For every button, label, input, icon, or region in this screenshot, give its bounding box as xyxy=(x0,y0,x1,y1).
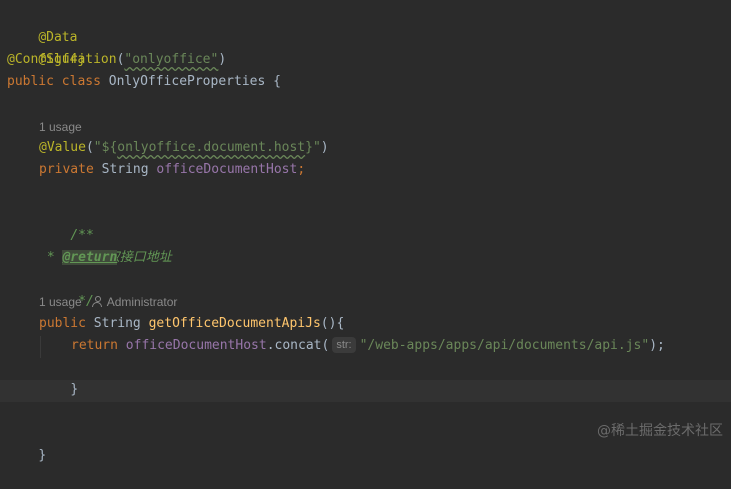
field-office-document-host: officeDocumentHost xyxy=(156,162,298,177)
concat-call: .concat( xyxy=(266,338,330,353)
doc-comment-prefix: * xyxy=(39,250,63,265)
keyword-private: private xyxy=(39,162,94,177)
code-line-1[interactable]: @Data xyxy=(7,5,77,45)
annotation-configuration: @Configuration xyxy=(7,52,117,67)
usage-count: 1 usage xyxy=(39,120,82,134)
code-line-12[interactable]: */ xyxy=(39,269,94,309)
code-line-4[interactable]: public class OnlyOfficeProperties { xyxy=(7,71,281,93)
field-reference: officeDocumentHost xyxy=(125,338,267,353)
code-line-2[interactable]: @Slf4j xyxy=(7,27,85,67)
value-string-prefix: "${ xyxy=(93,140,118,155)
method-name: getOfficeDocumentApiJs xyxy=(148,316,321,331)
value-property-key: onlyoffice.document.host xyxy=(117,140,306,155)
code-line-14[interactable]: return officeDocumentHost.concat(str: "/w… xyxy=(71,335,665,357)
code-line-11[interactable]: * @return xyxy=(39,247,118,269)
value-string-suffix: }" xyxy=(305,140,321,155)
configuration-value-string: "onlyoffice" xyxy=(124,52,219,67)
usage-count: 1 usage xyxy=(39,295,82,309)
open-brace: { xyxy=(336,316,345,331)
code-line-3[interactable]: @Configuration("onlyoffice") xyxy=(7,49,226,71)
annotation-value: @Value xyxy=(39,140,86,155)
code-line-17[interactable]: } xyxy=(7,423,46,463)
author-icon xyxy=(91,296,102,307)
current-line-highlight xyxy=(0,380,731,402)
code-line-15[interactable]: } xyxy=(39,357,78,397)
code-line-13[interactable]: public String getOfficeDocumentApiJs(){ xyxy=(39,313,344,335)
usage-author-hint[interactable]: 1 usage Administrator xyxy=(39,293,177,311)
code-editor[interactable]: @Data @Slf4j @Configuration("onlyoffice"… xyxy=(0,0,731,463)
class-name: OnlyOfficeProperties xyxy=(108,74,266,89)
semicolon: ; xyxy=(297,162,306,177)
keyword-class: class xyxy=(61,74,101,89)
open-brace: { xyxy=(273,74,281,89)
paren-close: ) xyxy=(218,52,227,67)
keyword-public: public xyxy=(7,74,54,89)
method-close-brace: } xyxy=(70,382,79,397)
indent-guide xyxy=(40,336,41,358)
class-close-brace: } xyxy=(38,448,47,463)
parameter-name-hint: str: xyxy=(332,337,356,353)
watermark: @稀土掘金技术社区 xyxy=(597,423,723,439)
code-line-6[interactable]: @Value("${onlyoffice.document.host}") xyxy=(39,137,329,159)
paren-open: ( xyxy=(85,140,94,155)
usage-hint[interactable]: 1 usage xyxy=(39,118,82,136)
api-path-string: "/web-apps/apps/api/documents/api.js" xyxy=(359,338,650,353)
code-line-10[interactable]: * 获取接口地址 xyxy=(39,225,172,265)
keyword-return: return xyxy=(71,338,118,353)
code-line-7[interactable]: private String officeDocumentHost; xyxy=(39,159,305,181)
return-type-string: String xyxy=(93,316,141,331)
method-parens: () xyxy=(320,316,337,331)
doc-comment-return-tag: @return xyxy=(62,250,118,265)
call-close: ); xyxy=(649,338,665,353)
keyword-public: public xyxy=(39,316,86,331)
type-string: String xyxy=(101,162,149,177)
author-name: Administrator xyxy=(106,295,178,309)
paren-close: ) xyxy=(320,140,329,155)
code-line-9[interactable]: /** xyxy=(39,203,93,243)
